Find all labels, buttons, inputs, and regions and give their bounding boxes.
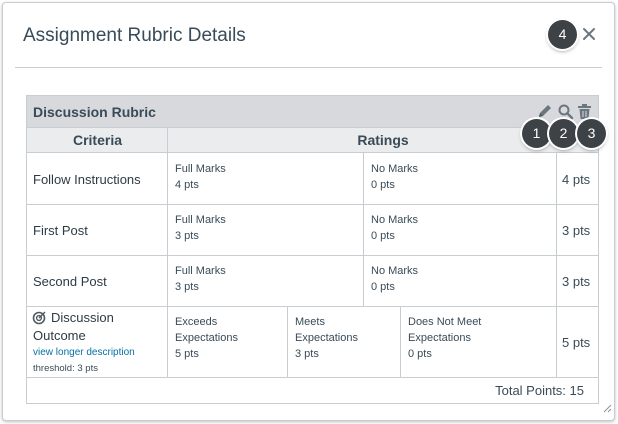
rating-title-line1: Exceeds xyxy=(175,316,218,328)
rating-title: Full Marks xyxy=(175,163,226,175)
callout-badge-4: 4 xyxy=(548,20,577,49)
criterion-points: 3 pts xyxy=(562,223,591,238)
criterion-points: 3 pts xyxy=(562,274,591,289)
rating-cell: No Marks 0 pts xyxy=(371,212,418,244)
close-icon[interactable] xyxy=(582,27,596,41)
criterion-points: 5 pts xyxy=(562,335,591,350)
criterion-name-line2: Outcome xyxy=(33,328,86,343)
rating-title-line1: Meets xyxy=(295,316,325,328)
column-divider xyxy=(556,153,557,377)
rating-title: No Marks xyxy=(371,265,419,277)
rating-title-line2: Expectations xyxy=(408,332,471,344)
pencil-icon[interactable] xyxy=(536,103,553,120)
rubric-name: Discussion Rubric xyxy=(33,104,156,120)
rating-title-line1: Does Not Meet xyxy=(408,316,482,328)
rating-cell: Exceeds Expectations 5 pts xyxy=(175,314,238,362)
rating-cell: Does Not Meet Expectations 0 pts xyxy=(408,314,481,362)
view-longer-description-link[interactable]: view longer description xyxy=(33,347,135,358)
threshold-label: threshold: 3 pts xyxy=(33,363,98,374)
column-divider xyxy=(287,307,288,377)
criterion-name: First Post xyxy=(33,223,88,238)
row-divider xyxy=(27,306,598,307)
criterion-name: Follow Instructions xyxy=(33,172,141,187)
criteria-header: Criteria xyxy=(27,128,168,153)
rubric-details-dialog: Assignment Rubric Details Discussion Rub… xyxy=(2,2,615,421)
rating-cell: Full Marks 3 pts xyxy=(175,263,226,295)
rating-title: No Marks xyxy=(371,163,419,175)
row-divider xyxy=(27,255,598,256)
rating-cell: Full Marks 3 pts xyxy=(175,212,226,244)
column-divider xyxy=(167,128,168,377)
column-divider xyxy=(363,153,364,307)
rating-cell: Meets Expectations 3 pts xyxy=(295,314,358,362)
criterion-name-line1: Discussion xyxy=(51,310,114,325)
rating-cell: No Marks 0 pts xyxy=(371,161,418,193)
criterion-name: Second Post xyxy=(33,274,107,289)
outcome-target-icon xyxy=(32,311,46,325)
total-points: Total Points: 15 xyxy=(495,383,584,398)
rating-points: 4 pts xyxy=(175,179,199,191)
rating-title: Full Marks xyxy=(175,214,226,226)
rating-title: No Marks xyxy=(371,214,419,226)
rating-cell: No Marks 0 pts xyxy=(371,263,418,295)
rating-title-line2: Expectations xyxy=(295,332,358,344)
rating-cell: Full Marks 4 pts xyxy=(175,161,226,193)
search-icon[interactable] xyxy=(557,103,574,120)
callout-badge-3: 3 xyxy=(577,119,606,148)
row-divider xyxy=(27,377,598,378)
rubric-table: Discussion Rubric Criteria Ratings Follo… xyxy=(26,95,599,404)
trash-icon[interactable] xyxy=(576,103,593,120)
callout-badge-1: 1 xyxy=(522,119,551,148)
column-divider xyxy=(400,307,401,377)
rating-points: 3 pts xyxy=(175,281,199,293)
row-divider xyxy=(27,204,598,205)
rating-points: 5 pts xyxy=(175,348,199,360)
rubric-header: Discussion Rubric xyxy=(27,96,598,128)
rating-points: 0 pts xyxy=(408,348,432,360)
callout-badge-2: 2 xyxy=(549,119,578,148)
rating-title-line2: Expectations xyxy=(175,332,238,344)
dialog-title: Assignment Rubric Details xyxy=(23,25,246,46)
rating-points: 0 pts xyxy=(371,179,395,191)
rating-points: 0 pts xyxy=(371,281,395,293)
rating-points: 3 pts xyxy=(295,348,319,360)
title-divider xyxy=(15,67,602,68)
rating-points: 3 pts xyxy=(175,230,199,242)
resize-grip-icon[interactable] xyxy=(603,404,612,413)
rating-points: 0 pts xyxy=(371,230,395,242)
criterion-points: 4 pts xyxy=(562,172,591,187)
rating-title: Full Marks xyxy=(175,265,226,277)
